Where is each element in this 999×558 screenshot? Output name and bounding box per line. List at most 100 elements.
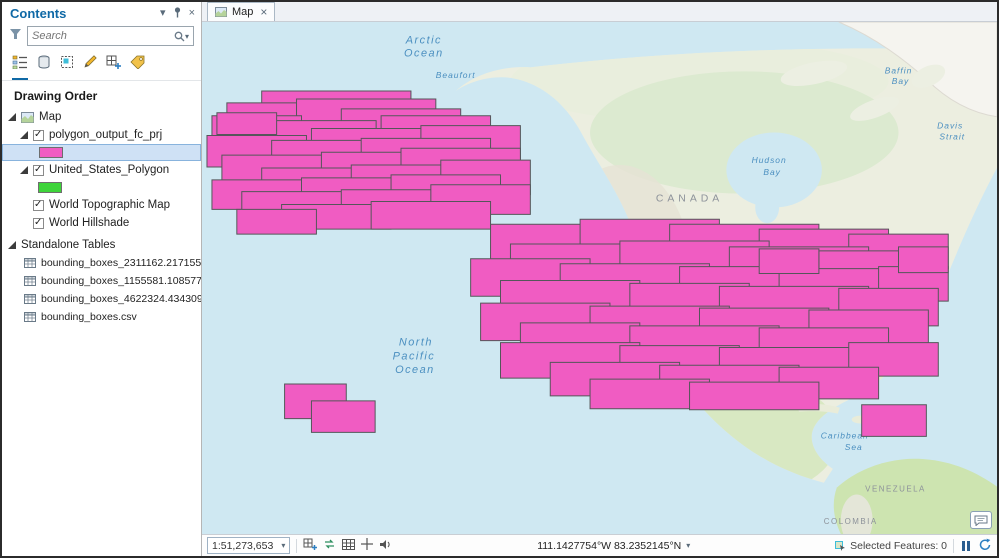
filter-icon[interactable] [9, 27, 22, 45]
map-pane: Map × Arctic Ocean Beaufort Baffin Bay D… [202, 2, 997, 556]
svg-text:Sea: Sea [845, 442, 863, 452]
table-label: bounding_boxes_4622324.434309.csv [41, 293, 201, 305]
layer-label: World Topographic Map [49, 199, 171, 211]
layer-visibility-checkbox[interactable] [33, 164, 44, 176]
tree-node-map[interactable]: Map [2, 108, 201, 126]
search-dropdown-icon[interactable]: ▾ [185, 32, 189, 41]
expander-icon[interactable] [20, 131, 28, 139]
contents-tree: Drawing Order Map polygon_output_fc_prj … [2, 81, 201, 556]
standalone-tables-label: Standalone Tables [21, 239, 116, 251]
pause-drawing-button[interactable] [960, 540, 972, 551]
svg-text:Hudson: Hudson [752, 155, 787, 165]
table-icon [24, 294, 36, 304]
svg-text:North: North [399, 337, 433, 349]
contents-toolbar [2, 50, 201, 81]
map-scale-value: 1:51,273,653 [212, 539, 274, 552]
scale-dropdown-icon: ▾ [281, 541, 286, 550]
status-bar-tools [303, 538, 392, 553]
svg-text:Pacific: Pacific [393, 350, 436, 362]
expander-icon[interactable] [8, 113, 16, 121]
polygon-symbol-swatch[interactable] [39, 147, 63, 158]
table-icon [24, 312, 36, 322]
layer-label: United_States_Polygon [49, 164, 170, 176]
contents-search-row: ▾ [2, 23, 201, 50]
search-input[interactable] [32, 30, 174, 42]
svg-text:VENEZUELA: VENEZUELA [865, 485, 926, 494]
selected-features-label: Selected Features: 0 [850, 539, 947, 552]
expander-icon[interactable] [20, 166, 28, 174]
map-canvas: ArcticOceanBeaufort BaffinBayDavisStraitH… [202, 22, 997, 534]
contents-pane: Contents ▾ × ▾ [2, 2, 202, 556]
tree-node-layer-2[interactable]: World Topographic Map [2, 196, 201, 214]
map-tab-icon [215, 7, 227, 17]
coordinates-dropdown-icon: ▾ [686, 541, 691, 550]
search-box: ▾ [27, 26, 194, 46]
pin-icon[interactable] [173, 6, 182, 21]
tab-map[interactable]: Map × [207, 2, 276, 21]
layer-visibility-checkbox[interactable] [33, 199, 44, 211]
selected-features-indicator[interactable]: Selected Features: 0 [835, 540, 947, 552]
layer-label: World Hillshade [49, 217, 130, 229]
notification-bubble-icon[interactable] [970, 511, 992, 529]
svg-text:Beaufort: Beaufort [436, 70, 476, 80]
search-icon [174, 31, 185, 41]
table-label: bounding_boxes_1155581.108577.csv [41, 275, 201, 287]
layer-visibility-checkbox[interactable] [33, 129, 44, 141]
list-by-editing-icon[interactable] [83, 55, 97, 80]
tree-node-layer-0[interactable]: polygon_output_fc_prj [2, 126, 201, 144]
view-tab-strip: Map × [202, 2, 997, 22]
layer-visibility-checkbox[interactable] [33, 217, 44, 229]
map-icon [21, 111, 34, 123]
crosshair-icon[interactable] [361, 538, 374, 553]
svg-text:Ocean: Ocean [404, 48, 444, 60]
svg-text:CANADA: CANADA [656, 194, 723, 205]
list-by-drawing-order-icon[interactable] [12, 55, 28, 80]
status-bar: 1:51,273,653 ▾ 111.1427754°W 83.2352145°… [202, 534, 997, 556]
list-by-data-source-icon[interactable] [37, 55, 51, 80]
list-by-labeling-icon[interactable] [130, 55, 145, 80]
tree-node-layer-1[interactable]: United_States_Polygon [2, 161, 201, 179]
layer-label: polygon_output_fc_prj [49, 129, 163, 141]
contents-pane-header: Contents ▾ × [2, 2, 201, 23]
layer-0-symbol-row[interactable] [2, 144, 201, 161]
selection-icon [835, 540, 846, 551]
coordinates-value: 111.1427754°W 83.2352145°N [537, 539, 682, 552]
speaker-icon[interactable] [379, 539, 392, 553]
tree-node-layer-3[interactable]: World Hillshade [2, 214, 201, 232]
contents-pane-title: Contents [10, 6, 67, 21]
layer-1-symbol-row[interactable] [2, 179, 201, 196]
tree-node-standalone-tables[interactable]: Standalone Tables [2, 236, 201, 254]
map-node-label: Map [39, 111, 62, 123]
list-by-selection-icon[interactable] [60, 55, 74, 80]
map-scale-combo[interactable]: 1:51,273,653 ▾ [207, 537, 291, 554]
tab-close-icon[interactable]: × [260, 6, 267, 18]
svg-text:Strait: Strait [939, 131, 965, 141]
svg-text:Baffin: Baffin [885, 65, 913, 75]
cursor-coordinates[interactable]: 111.1427754°W 83.2352145°N ▾ [537, 540, 690, 552]
polygon-symbol-swatch[interactable] [38, 182, 62, 193]
refresh-button[interactable] [978, 538, 992, 554]
table-grid-icon[interactable] [342, 538, 356, 553]
table-label: bounding_boxes.csv [41, 311, 137, 323]
swap-arrows-icon[interactable] [323, 538, 336, 553]
svg-text:Davis: Davis [937, 121, 963, 131]
svg-text:COLOMBIA: COLOMBIA [824, 517, 878, 526]
grid-plus-icon[interactable] [303, 538, 318, 553]
table-icon [24, 276, 36, 286]
list-by-snapping-icon[interactable] [106, 55, 121, 80]
tree-node-table-2[interactable]: bounding_boxes_4622324.434309.csv [2, 290, 201, 308]
tree-node-table-0[interactable]: bounding_boxes_2311162.217155.csv [2, 254, 201, 272]
svg-text:Bay: Bay [892, 76, 910, 86]
map-view[interactable]: Arctic Ocean Beaufort Baffin Bay Davis Strait H… [202, 22, 997, 534]
svg-text:Bay: Bay [763, 167, 781, 177]
svg-text:Arctic: Arctic [405, 35, 442, 47]
tree-node-table-3[interactable]: bounding_boxes.csv [2, 308, 201, 326]
svg-text:Ocean: Ocean [395, 364, 435, 376]
table-icon [24, 258, 36, 268]
tree-node-table-1[interactable]: bounding_boxes_1155581.108577.csv [2, 272, 201, 290]
drawing-order-heading: Drawing Order [14, 89, 98, 103]
expander-icon[interactable] [8, 241, 16, 249]
close-pane-icon[interactable]: × [189, 8, 195, 19]
pane-menu-chevron-icon[interactable]: ▾ [160, 8, 166, 19]
table-label: bounding_boxes_2311162.217155.csv [41, 257, 201, 269]
